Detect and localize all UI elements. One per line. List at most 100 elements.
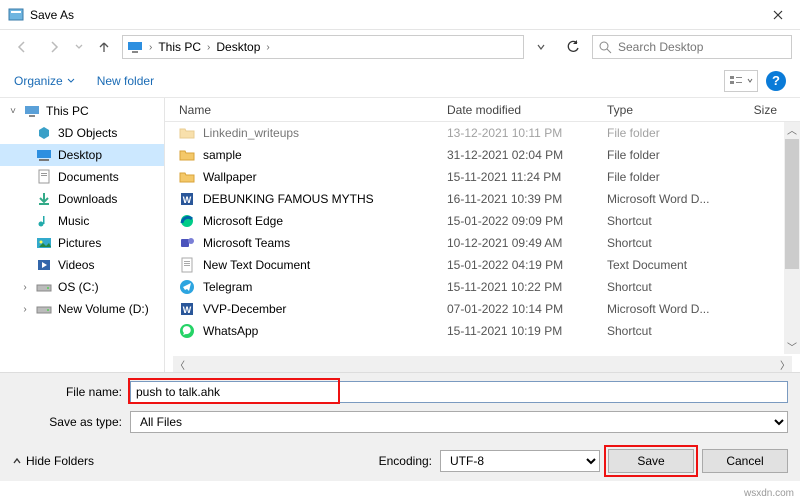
file-row[interactable]: Wallpaper15-11-2021 11:24 PMFile folder — [165, 166, 800, 188]
file-date: 31-12-2021 02:04 PM — [447, 148, 607, 162]
back-button[interactable] — [8, 35, 36, 59]
cancel-button[interactable]: Cancel — [702, 449, 788, 473]
file-date: 16-11-2021 10:39 PM — [447, 192, 607, 206]
file-list-pane: Name Date modified Type Size Linkedin_wr… — [165, 98, 800, 372]
app-icon — [8, 7, 24, 23]
tree-item-label: Desktop — [58, 148, 102, 162]
toolbar: Organize New folder ? — [0, 64, 800, 98]
column-headers[interactable]: Name Date modified Type Size — [165, 98, 800, 122]
3d-icon — [36, 125, 52, 141]
hide-folders-button[interactable]: Hide Folders — [12, 454, 94, 468]
col-name[interactable]: Name — [179, 103, 447, 117]
down-icon — [36, 191, 52, 207]
col-size[interactable]: Size — [737, 103, 777, 117]
file-list[interactable]: Linkedin_writeups13-12-2021 10:11 PMFile… — [165, 122, 800, 342]
file-row[interactable]: Telegram15-11-2021 10:22 PMShortcut — [165, 276, 800, 298]
file-row[interactable]: W DEBUNKING FAMOUS MYTHS16-11-2021 10:39 … — [165, 188, 800, 210]
breadcrumb[interactable]: › This PC › Desktop › — [122, 35, 524, 59]
expand-icon[interactable]: ˅ — [8, 106, 18, 117]
expand-icon[interactable]: › — [20, 304, 30, 315]
pic-icon — [36, 235, 52, 251]
save-form: File name: Save as type: All Files — [0, 373, 800, 439]
file-row[interactable]: New Text Document15-01-2022 04:19 PMText… — [165, 254, 800, 276]
tree-item-label: New Volume (D:) — [58, 302, 149, 316]
file-name: VVP-December — [203, 302, 447, 316]
vertical-scrollbar[interactable]: ︿﹀ — [784, 122, 800, 354]
file-type: Shortcut — [607, 280, 737, 294]
breadcrumb-folder[interactable]: Desktop — [214, 40, 262, 54]
file-row[interactable]: WVVP-December07-01-2022 10:14 PMMicrosof… — [165, 298, 800, 320]
tree-item-label: OS (C:) — [58, 280, 99, 294]
tree-item[interactable]: › New Volume (D:) — [0, 298, 164, 320]
up-button[interactable] — [90, 35, 118, 59]
file-date: 07-01-2022 10:14 PM — [447, 302, 607, 316]
desktop-icon — [36, 147, 52, 163]
svg-text:W: W — [183, 305, 192, 315]
file-name: Wallpaper — [203, 170, 447, 184]
file-date: 13-12-2021 10:11 PM — [447, 126, 607, 140]
forward-button[interactable] — [40, 35, 68, 59]
saveas-type-select[interactable]: All Files — [130, 411, 788, 433]
horizontal-scrollbar[interactable]: 〈〉 — [173, 356, 792, 372]
search-icon — [599, 41, 612, 54]
filename-label: File name: — [12, 385, 130, 399]
tree-item[interactable]: Videos — [0, 254, 164, 276]
file-row[interactable]: Microsoft Teams10-12-2021 09:49 AMShortc… — [165, 232, 800, 254]
file-row[interactable]: Linkedin_writeups13-12-2021 10:11 PMFile… — [165, 122, 800, 144]
col-date[interactable]: Date modified — [447, 103, 607, 117]
view-options-button[interactable] — [724, 70, 758, 92]
address-dropdown[interactable] — [528, 35, 554, 59]
tree-item[interactable]: Documents — [0, 166, 164, 188]
navigation-tree[interactable]: ˅ This PC 3D Objects Desktop DocumentsDownlo… — [0, 98, 165, 372]
tree-item[interactable]: › OS (C:) — [0, 276, 164, 298]
file-name: DEBUNKING FAMOUS MYTHS — [203, 192, 447, 206]
chevron-right-icon: › — [264, 42, 271, 53]
tree-item-label: 3D Objects — [58, 126, 117, 140]
close-button[interactable] — [755, 0, 800, 30]
tree-item[interactable]: 3D Objects — [0, 122, 164, 144]
file-type: File folder — [607, 170, 737, 184]
teams-icon — [179, 235, 197, 251]
file-name: WhatsApp — [203, 324, 447, 338]
expand-icon[interactable]: › — [20, 282, 30, 293]
pc-icon — [24, 103, 40, 119]
file-type: Shortcut — [607, 324, 737, 338]
title-bar: Save As — [0, 0, 800, 30]
search-input[interactable]: Search Desktop — [592, 35, 792, 59]
tree-item-label: Videos — [58, 258, 94, 272]
breadcrumb-root[interactable]: This PC — [156, 40, 203, 54]
tree-item[interactable]: ˅ This PC — [0, 100, 164, 122]
folder-icon — [179, 169, 197, 185]
refresh-button[interactable] — [558, 35, 588, 59]
word-icon: W — [179, 301, 197, 317]
music-icon — [36, 213, 52, 229]
new-folder-button[interactable]: New folder — [97, 74, 154, 88]
encoding-label: Encoding: — [379, 454, 432, 468]
tree-item[interactable]: Downloads — [0, 188, 164, 210]
filename-input[interactable] — [130, 381, 788, 403]
encoding-select[interactable]: UTF-8 — [440, 450, 600, 472]
file-row[interactable]: sample31-12-2021 02:04 PMFile folder — [165, 144, 800, 166]
dialog-footer: Hide Folders Encoding: UTF-8 Save Cancel — [0, 439, 800, 481]
tree-item[interactable]: Desktop — [0, 144, 164, 166]
pc-icon — [127, 39, 143, 55]
help-button[interactable]: ? — [766, 71, 786, 91]
txt-icon — [179, 257, 197, 273]
recent-locations-button[interactable] — [72, 35, 86, 59]
organize-button[interactable]: Organize — [14, 74, 75, 88]
folder-icon — [179, 147, 197, 163]
tree-item[interactable]: Pictures — [0, 232, 164, 254]
tree-item[interactable]: Music — [0, 210, 164, 232]
save-button[interactable]: Save — [608, 449, 694, 473]
col-type[interactable]: Type — [607, 103, 737, 117]
file-type: File folder — [607, 126, 737, 140]
tree-item-label: Pictures — [58, 236, 101, 250]
file-type: Microsoft Word D... — [607, 192, 737, 206]
window-title: Save As — [30, 8, 74, 22]
file-row[interactable]: Microsoft Edge15-01-2022 09:09 PMShortcu… — [165, 210, 800, 232]
chevron-up-icon — [12, 456, 22, 466]
edge-icon — [179, 213, 197, 229]
file-row[interactable]: WhatsApp15-11-2021 10:19 PMShortcut — [165, 320, 800, 342]
tree-item-label: This PC — [46, 104, 89, 118]
svg-text:W: W — [183, 195, 192, 205]
